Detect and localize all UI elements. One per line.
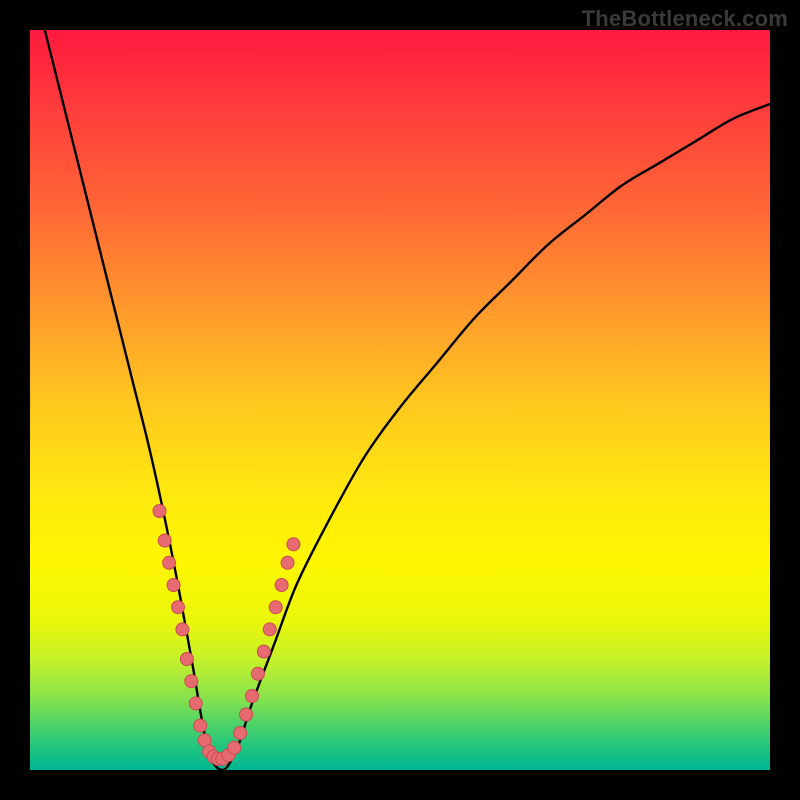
scatter-point [269, 601, 282, 614]
scatter-point [287, 538, 300, 551]
scatter-point [180, 653, 193, 666]
scatter-point [246, 690, 259, 703]
scatter-point [158, 534, 171, 547]
scatter-point [228, 741, 241, 754]
chart-frame: TheBottleneck.com [0, 0, 800, 800]
scatter-point [172, 601, 185, 614]
chart-svg [30, 30, 770, 770]
scatter-point [176, 623, 189, 636]
plot-area [30, 30, 770, 770]
scatter-point [189, 697, 202, 710]
scatter-point [251, 667, 264, 680]
scatter-point [281, 556, 294, 569]
scatter-point [167, 579, 180, 592]
scatter-point [153, 505, 166, 518]
scatter-point [257, 645, 270, 658]
scatter-point [194, 719, 207, 732]
bottleneck-curve [45, 30, 770, 770]
scatter-point [275, 579, 288, 592]
scatter-point [163, 556, 176, 569]
scatter-point [234, 727, 247, 740]
watermark-text: TheBottleneck.com [582, 6, 788, 32]
scatter-point [240, 708, 253, 721]
scatter-point [185, 675, 198, 688]
scatter-point [263, 623, 276, 636]
